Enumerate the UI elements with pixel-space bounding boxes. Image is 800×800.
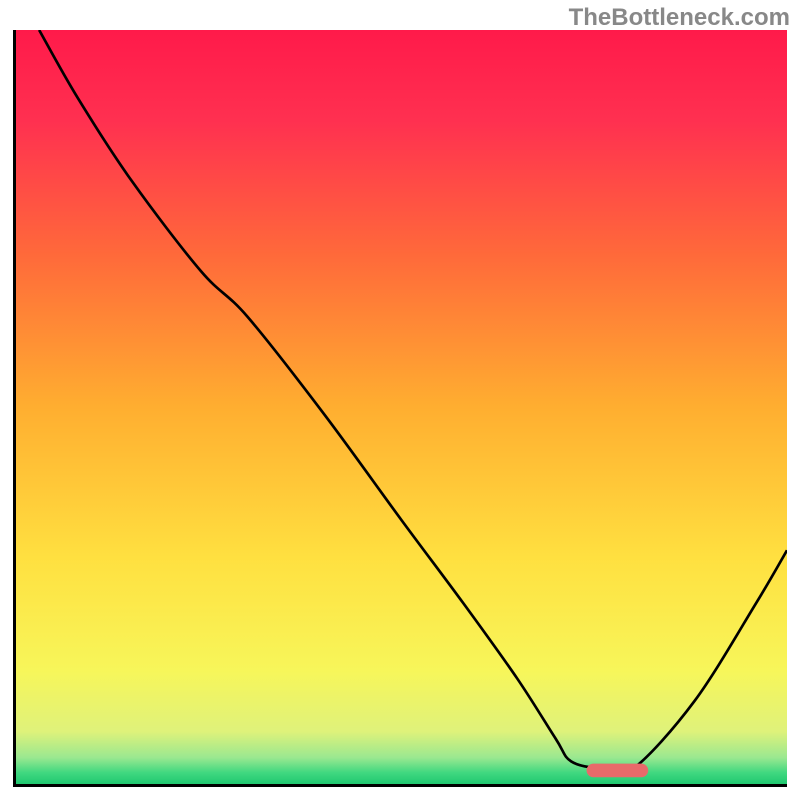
chart-curve-layer <box>16 30 787 784</box>
bottleneck-curve <box>39 30 787 774</box>
watermark: TheBottleneck.com <box>569 4 790 32</box>
chart-container: TheBottleneck.com <box>0 0 800 800</box>
optimal-marker <box>587 764 649 778</box>
plot-area <box>13 30 787 787</box>
